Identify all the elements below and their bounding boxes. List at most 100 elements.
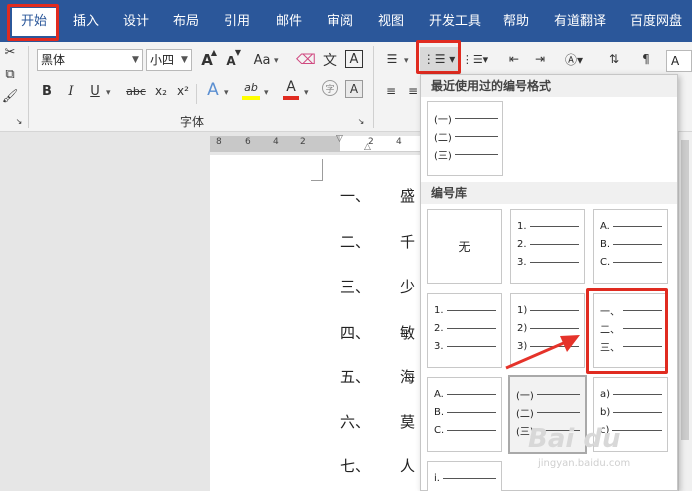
tile-row-label: 3. xyxy=(434,340,444,352)
tile-row: 1) xyxy=(517,304,579,316)
subscript-button[interactable]: x₂ xyxy=(152,82,170,100)
ruler-number: 2 xyxy=(300,137,306,147)
ribbon-tab-bar: 开始 插入 设计 布局 引用 邮件 审阅 视图 开发工具 帮助 有道翻译 百度网… xyxy=(0,0,692,42)
underline-button[interactable]: U xyxy=(88,82,102,100)
tab-help[interactable]: 帮助 xyxy=(494,8,538,36)
numbering-tile-arabic-dot[interactable]: 1. 2. 3. xyxy=(510,209,585,284)
tile-row: 2. xyxy=(434,322,496,334)
tab-youdao-translate[interactable]: 有道翻译 xyxy=(547,8,613,36)
tile-row-line xyxy=(529,261,579,263)
first-line-indent-marker[interactable]: ▽ xyxy=(336,134,343,144)
text-highlight-button[interactable]: ab xyxy=(240,78,262,96)
strikethrough-button[interactable]: abc xyxy=(122,82,150,100)
numbering-tile-chinese[interactable]: 一、 二、 三、 xyxy=(593,293,668,368)
tile-row-line xyxy=(446,345,496,347)
tab-mailings[interactable]: 邮件 xyxy=(267,8,311,36)
tile-row-line xyxy=(613,243,662,245)
chevron-down-icon[interactable]: ▾ xyxy=(404,56,409,66)
text-effects-button[interactable]: A xyxy=(204,80,222,100)
bold-button[interactable]: B xyxy=(40,82,54,100)
scrollbar-thumb[interactable] xyxy=(681,140,689,440)
chevron-down-icon[interactable]: ▾ xyxy=(106,88,111,98)
multilevel-list-icon[interactable]: ⋮☰▾ xyxy=(462,50,488,68)
tab-home[interactable]: 开始 xyxy=(12,8,56,36)
tile-row-label: 1. xyxy=(434,304,444,316)
tab-layout[interactable]: 布局 xyxy=(164,8,208,36)
tab-developer[interactable]: 开发工具 xyxy=(424,8,486,36)
tab-review[interactable]: 审阅 xyxy=(318,8,362,36)
decrease-indent-icon[interactable]: ⇤ xyxy=(504,50,524,68)
increase-indent-icon[interactable]: ⇥ xyxy=(530,50,550,68)
tile-row: 三、 xyxy=(600,340,662,354)
numbering-tile-arabic-dot-2[interactable]: 1. 2. 3. xyxy=(427,293,502,368)
tab-design[interactable]: 设计 xyxy=(114,8,158,36)
clipboard-launcher-icon[interactable]: ↘ xyxy=(14,116,24,126)
ribbon-separator xyxy=(196,84,197,104)
tile-row-line xyxy=(530,309,579,311)
character-border-button[interactable]: A xyxy=(345,50,363,68)
hanging-indent-marker[interactable]: △ xyxy=(364,142,371,152)
chevron-down-icon[interactable]: ▾ xyxy=(224,88,229,98)
shrink-font-arrow-icon: ▼ xyxy=(234,47,242,57)
numbering-none-tile[interactable]: 无 xyxy=(427,209,502,284)
list-item-number: 五、 xyxy=(340,368,371,386)
chevron-down-icon[interactable]: ▾ xyxy=(304,88,309,98)
format-painter-icon[interactable]: 🖌 xyxy=(2,88,19,104)
left-panel xyxy=(0,132,24,491)
list-item-number: 一、 xyxy=(340,187,371,205)
copy-icon[interactable]: ⧉ xyxy=(2,66,18,82)
numbering-tile-upper-alpha-2[interactable]: A. B. C. xyxy=(427,377,502,452)
list-item-text: 莫 xyxy=(400,413,416,431)
tab-references[interactable]: 引用 xyxy=(215,8,259,36)
superscript-button[interactable]: x² xyxy=(174,82,192,100)
ruler-number: 8 xyxy=(216,137,222,147)
ribbon-separator xyxy=(28,46,29,128)
tab-view[interactable]: 视图 xyxy=(369,8,413,36)
sort-icon[interactable]: ⇅ xyxy=(604,50,624,68)
change-case-button[interactable]: Aa xyxy=(250,50,274,70)
watermark-logo: Bai du xyxy=(528,424,621,454)
ruler-number: 4 xyxy=(273,137,279,147)
chevron-down-icon[interactable]: ▼ xyxy=(181,55,188,65)
numbering-tile-lower-roman[interactable]: i. xyxy=(427,461,502,491)
list-item-text: 人 xyxy=(400,457,416,475)
list-item-text: 少 xyxy=(400,278,416,296)
tab-insert[interactable]: 插入 xyxy=(64,8,108,36)
chinese-layout-icon[interactable]: Ⓐ▾ xyxy=(560,50,588,68)
font-name-combobox[interactable]: 黑体 xyxy=(37,49,143,71)
show-marks-icon[interactable]: ¶ xyxy=(636,50,656,68)
font-color-button[interactable]: A xyxy=(283,78,299,96)
styles-gallery[interactable]: A xyxy=(666,50,692,72)
font-dialog-launcher-icon[interactable]: ↘ xyxy=(356,116,366,126)
recent-format-tile[interactable]: (一) (二) (三) xyxy=(427,101,503,176)
chevron-down-icon[interactable]: ▼ xyxy=(132,55,139,65)
tile-row-label: 三、 xyxy=(600,342,620,354)
numbering-tile-upper-alpha[interactable]: A. B. C. xyxy=(593,209,668,284)
tile-row-line xyxy=(623,309,662,311)
chevron-down-icon[interactable]: ▾ xyxy=(274,56,279,66)
italic-button[interactable]: I xyxy=(64,82,78,100)
arrow-shaft xyxy=(505,340,567,370)
numbering-button[interactable]: ⋮☰ ▾ xyxy=(420,47,458,71)
horizontal-ruler[interactable]: 8 6 4 2 2 4 ▽ △ xyxy=(210,134,420,152)
list-item-text: 千 xyxy=(400,233,416,251)
phonetic-guide-icon[interactable]: 文 xyxy=(320,50,340,70)
tile-row: 3. xyxy=(517,256,579,268)
cut-icon[interactable]: ✂ xyxy=(2,44,18,60)
list-item-number: 三、 xyxy=(340,278,371,296)
clear-formatting-icon[interactable]: ⌫ xyxy=(296,50,316,70)
align-left-icon[interactable]: ≡ xyxy=(382,82,400,100)
tile-row-label: B. xyxy=(434,406,445,418)
tile-row-label: 1. xyxy=(517,220,527,232)
tab-baidu-netdisk[interactable]: 百度网盘 xyxy=(624,8,688,36)
enclose-characters-button[interactable]: 字 xyxy=(322,80,338,96)
tile-row: C. xyxy=(434,424,496,436)
list-item-number: 四、 xyxy=(340,324,371,342)
tile-row: A. xyxy=(434,388,496,400)
tile-row-label: B. xyxy=(600,238,611,250)
document-page[interactable]: 一、 盛 二、 千 三、 少 四、 敏 五、 海 六、 莫 七、 人 xyxy=(210,155,425,491)
chevron-down-icon[interactable]: ▾ xyxy=(264,88,269,98)
character-shading-button[interactable]: A xyxy=(345,80,363,98)
tile-row-line xyxy=(454,153,498,155)
bullets-icon[interactable]: ☰ xyxy=(382,50,402,68)
